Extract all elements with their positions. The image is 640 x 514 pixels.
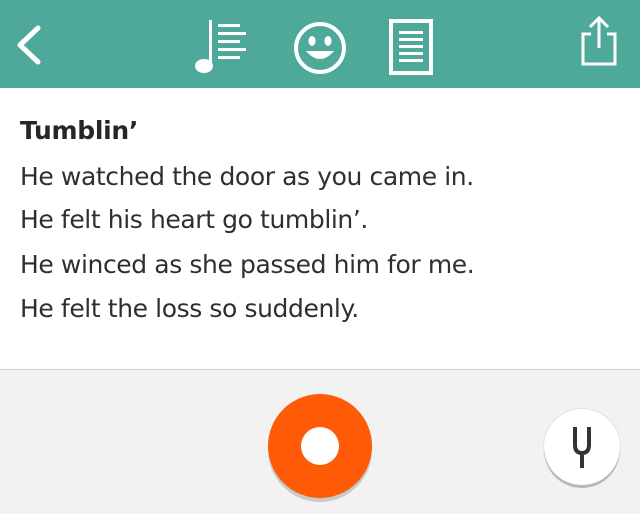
lyric-line: He felt the loss so suddenly. xyxy=(20,294,359,323)
song-title: Tumblin’ xyxy=(20,116,139,145)
record-button[interactable] xyxy=(268,394,372,498)
tuning-fork-icon xyxy=(573,427,591,468)
share-icon[interactable] xyxy=(578,14,620,68)
record-icon xyxy=(301,427,339,465)
lyric-line: He watched the door as you came in. xyxy=(20,162,474,191)
top-toolbar xyxy=(0,0,640,88)
lyric-line: He winced as she passed him for me. xyxy=(20,250,475,279)
document-icon[interactable] xyxy=(388,18,438,76)
lyric-line: He felt his heart go tumblin’. xyxy=(20,205,368,234)
tuner-button[interactable] xyxy=(544,409,620,485)
back-chevron-icon[interactable] xyxy=(14,24,44,66)
lyrics-notes-icon[interactable] xyxy=(190,18,248,76)
smiley-icon[interactable] xyxy=(292,20,348,76)
